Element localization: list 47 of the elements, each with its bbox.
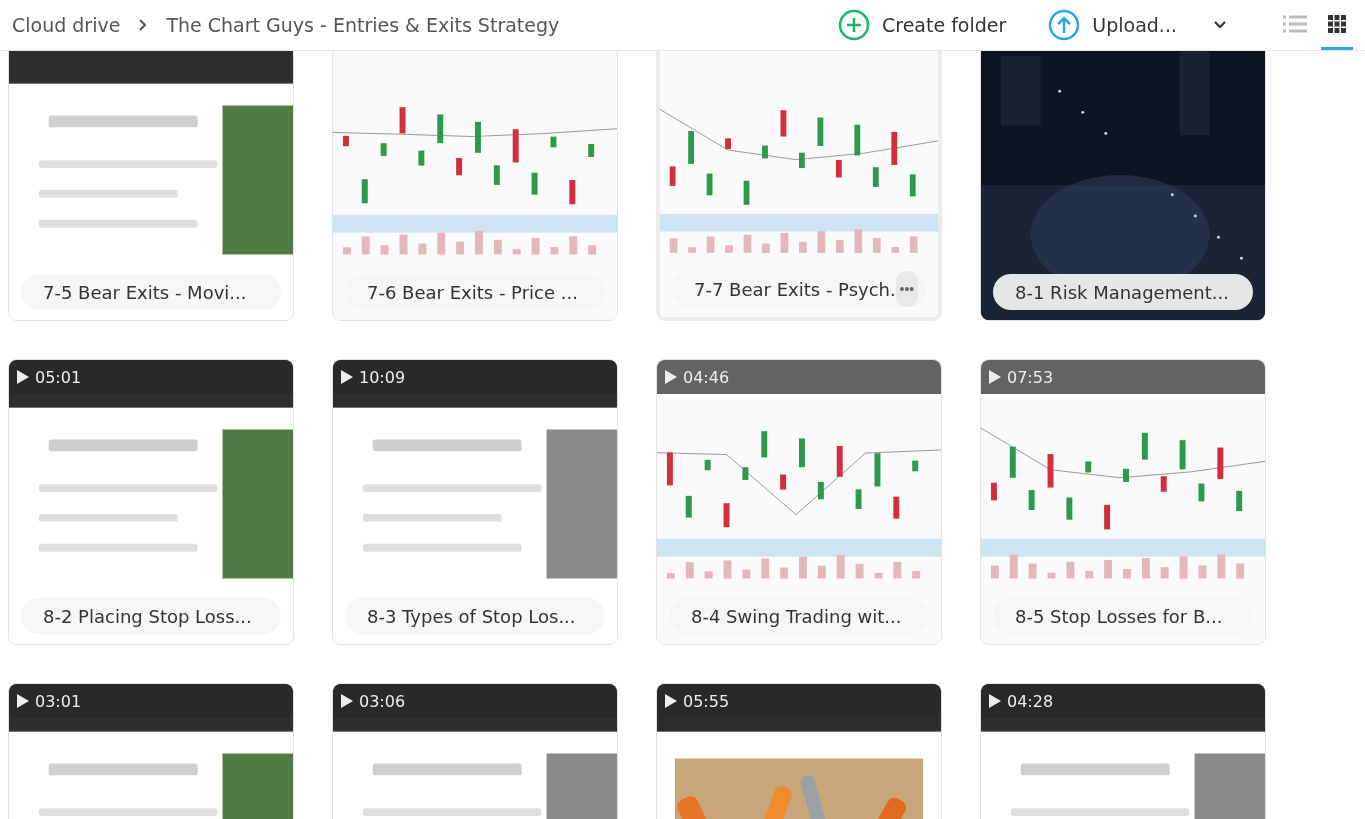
duration: 03:06: [359, 691, 406, 711]
video-card[interactable]: 03:06: [332, 683, 618, 819]
video-card[interactable]: 10:09 8-3 Types of Stop Los...: [332, 359, 618, 645]
play-icon: [341, 694, 353, 708]
video-card[interactable]: 03:01: [8, 683, 294, 819]
play-icon: [989, 370, 1001, 384]
duration: 07:53: [1007, 367, 1054, 387]
play-icon: [665, 694, 677, 708]
video-card[interactable]: 04:46 8-4 Swing Trading wit...: [656, 359, 942, 645]
play-icon: [17, 694, 29, 708]
arrow-up-circle-icon: [1048, 9, 1081, 41]
breadcrumb-item[interactable]: Cloud drive: [12, 14, 121, 36]
upload-button[interactable]: Upload...: [1048, 9, 1227, 41]
video-card[interactable]: 05:55: [656, 683, 942, 819]
video-card[interactable]: 7-5 Bear Exits - Movi...: [8, 51, 294, 321]
create-folder-button[interactable]: Create folder: [837, 9, 1007, 41]
play-icon: [665, 370, 677, 384]
duration: 10:09: [359, 367, 406, 387]
play-icon: [341, 370, 353, 384]
duration: 04:46: [683, 367, 730, 387]
play-icon: [989, 694, 1001, 708]
video-card[interactable]: 7-6 Bear Exits - Price ...: [332, 51, 618, 321]
video-title: 7-5 Bear Exits - Movi...: [43, 281, 248, 303]
video-title: 7-6 Bear Exits - Price ...: [367, 281, 579, 303]
video-title: 8-2 Placing Stop Loss...: [43, 605, 253, 627]
video-card[interactable]: 8-1 Risk Management...: [980, 51, 1266, 321]
list-icon: [1283, 14, 1307, 33]
breadcrumb-item[interactable]: The Chart Guys - Entries & Exits Strategy: [166, 14, 560, 36]
video-card[interactable]: 7-7 Bear Exits - Psych. •••: [656, 51, 942, 321]
video-title: 7-7 Bear Exits - Psych.: [694, 278, 896, 300]
duration: 05:01: [35, 367, 82, 387]
video-title: 8-5 Stop Losses for B...: [1015, 605, 1224, 627]
video-title: 8-4 Swing Trading wit...: [691, 605, 903, 627]
more-button[interactable]: •••: [895, 271, 918, 307]
chevron-down-icon: [1213, 20, 1227, 30]
video-title: 8-1 Risk Management...: [1015, 281, 1230, 303]
play-icon: [17, 370, 29, 384]
video-card[interactable]: 05:01 8-2 Placing Stop Loss...: [8, 359, 294, 645]
chevron-right-icon: [138, 19, 149, 31]
plus-circle-icon: [837, 9, 870, 41]
duration: 04:28: [1007, 691, 1054, 711]
duration: 03:01: [35, 691, 82, 711]
video-card[interactable]: 04:28: [980, 683, 1266, 819]
video-card[interactable]: 07:53 8-5 Stop Losses for B...: [980, 359, 1266, 645]
duration: 05:55: [683, 691, 730, 711]
video-title: 8-3 Types of Stop Los...: [367, 605, 577, 627]
grid-icon: [1328, 14, 1346, 33]
